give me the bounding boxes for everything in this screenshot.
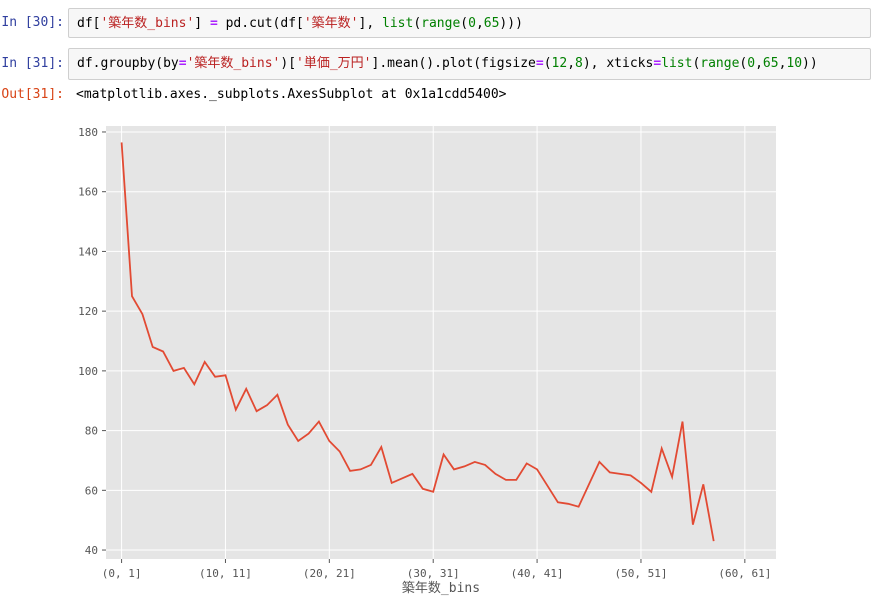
- code-token: ,: [567, 56, 576, 71]
- x-tick-label: (50, 51]: [614, 567, 667, 580]
- code-token: 65: [762, 56, 779, 71]
- code-editor[interactable]: df['築年数_bins'] = pd.cut(df['築年数'], list(…: [68, 8, 871, 38]
- code-token: =: [178, 56, 187, 71]
- code-token: 0: [747, 56, 756, 71]
- code-editor[interactable]: df.groupby(by='築年数_bins')['単価_万円'].mean(…: [68, 48, 871, 80]
- code-cell-31: In [31]: df.groupby(by='築年数_bins')['単価_万…: [0, 48, 885, 80]
- output-area: Out[31]: <matplotlib.axes._subplots.Axes…: [0, 84, 885, 604]
- y-tick-label: 100: [78, 365, 98, 378]
- code-token: ), xticks: [582, 56, 654, 71]
- y-tick-label: 40: [85, 544, 98, 557]
- x-tick-label: (40, 41]: [511, 567, 564, 580]
- code-token: '単価_万円': [296, 56, 372, 71]
- code-token: ,: [475, 16, 484, 31]
- x-tick-label: (20, 21]: [303, 567, 356, 580]
- code-token: )[: [280, 56, 297, 71]
- code-token: =: [535, 56, 544, 71]
- code-token: )): [802, 56, 818, 71]
- code-token: '築年数_bins': [186, 56, 281, 71]
- code-token: ]: [194, 16, 210, 31]
- line-chart: 40 60 80 100 120 140 160 180 (0, 1] (10, 11] (20,…: [78, 126, 776, 596]
- y-tick-label: 160: [78, 186, 98, 199]
- code-token: ].mean().plot(figsize: [371, 56, 536, 71]
- code-token: (: [543, 56, 552, 71]
- code-token: ],: [358, 16, 382, 31]
- x-tick-label: (60, 61]: [718, 567, 771, 580]
- x-tick-label: (10, 11]: [199, 567, 252, 580]
- code-token: df[: [77, 16, 101, 31]
- code-token: ,: [755, 56, 763, 71]
- x-tick-label: (30, 31]: [407, 567, 460, 580]
- input-prompt: In [31]:: [1, 56, 64, 71]
- code-token: '築年数': [303, 16, 359, 31]
- code-token: df.groupby(by: [77, 56, 179, 71]
- code-token: (: [460, 16, 469, 31]
- code-token: 65: [483, 16, 500, 31]
- code-token: ))): [499, 16, 523, 31]
- input-prompt: In [30]:: [1, 15, 64, 30]
- code-token: 12: [551, 56, 568, 71]
- code-token: (: [413, 16, 422, 31]
- x-tick-label: (0, 1]: [102, 567, 142, 580]
- code-token: '築年数_bins': [100, 16, 195, 31]
- y-tick-label: 140: [78, 245, 98, 258]
- code-token: 8: [575, 56, 583, 71]
- code-token: pd.cut(df[: [217, 16, 304, 31]
- code-token: 10: [786, 56, 803, 71]
- code-token: list: [382, 16, 414, 31]
- y-tick-label: 60: [85, 484, 98, 497]
- y-tick-label: 120: [78, 305, 98, 318]
- plot-area: [106, 126, 776, 559]
- code-token: =: [653, 56, 662, 71]
- y-tick-label: 80: [85, 425, 98, 438]
- code-token: 0: [468, 16, 476, 31]
- code-token: =: [209, 16, 218, 31]
- y-tick-label: 180: [78, 126, 98, 139]
- x-axis: (0, 1] (10, 11] (20, 21] (30, 31] (40, 41] (5…: [102, 559, 771, 580]
- code-cell-30: In [30]: df['築年数_bins'] = pd.cut(df['築年数…: [0, 8, 885, 38]
- code-token: list: [661, 56, 693, 71]
- code-token: range: [421, 16, 461, 31]
- y-axis: 40 60 80 100 120 140 160 180: [78, 126, 106, 557]
- code-token: range: [700, 56, 740, 71]
- x-axis-label: 築年数_bins: [402, 581, 480, 596]
